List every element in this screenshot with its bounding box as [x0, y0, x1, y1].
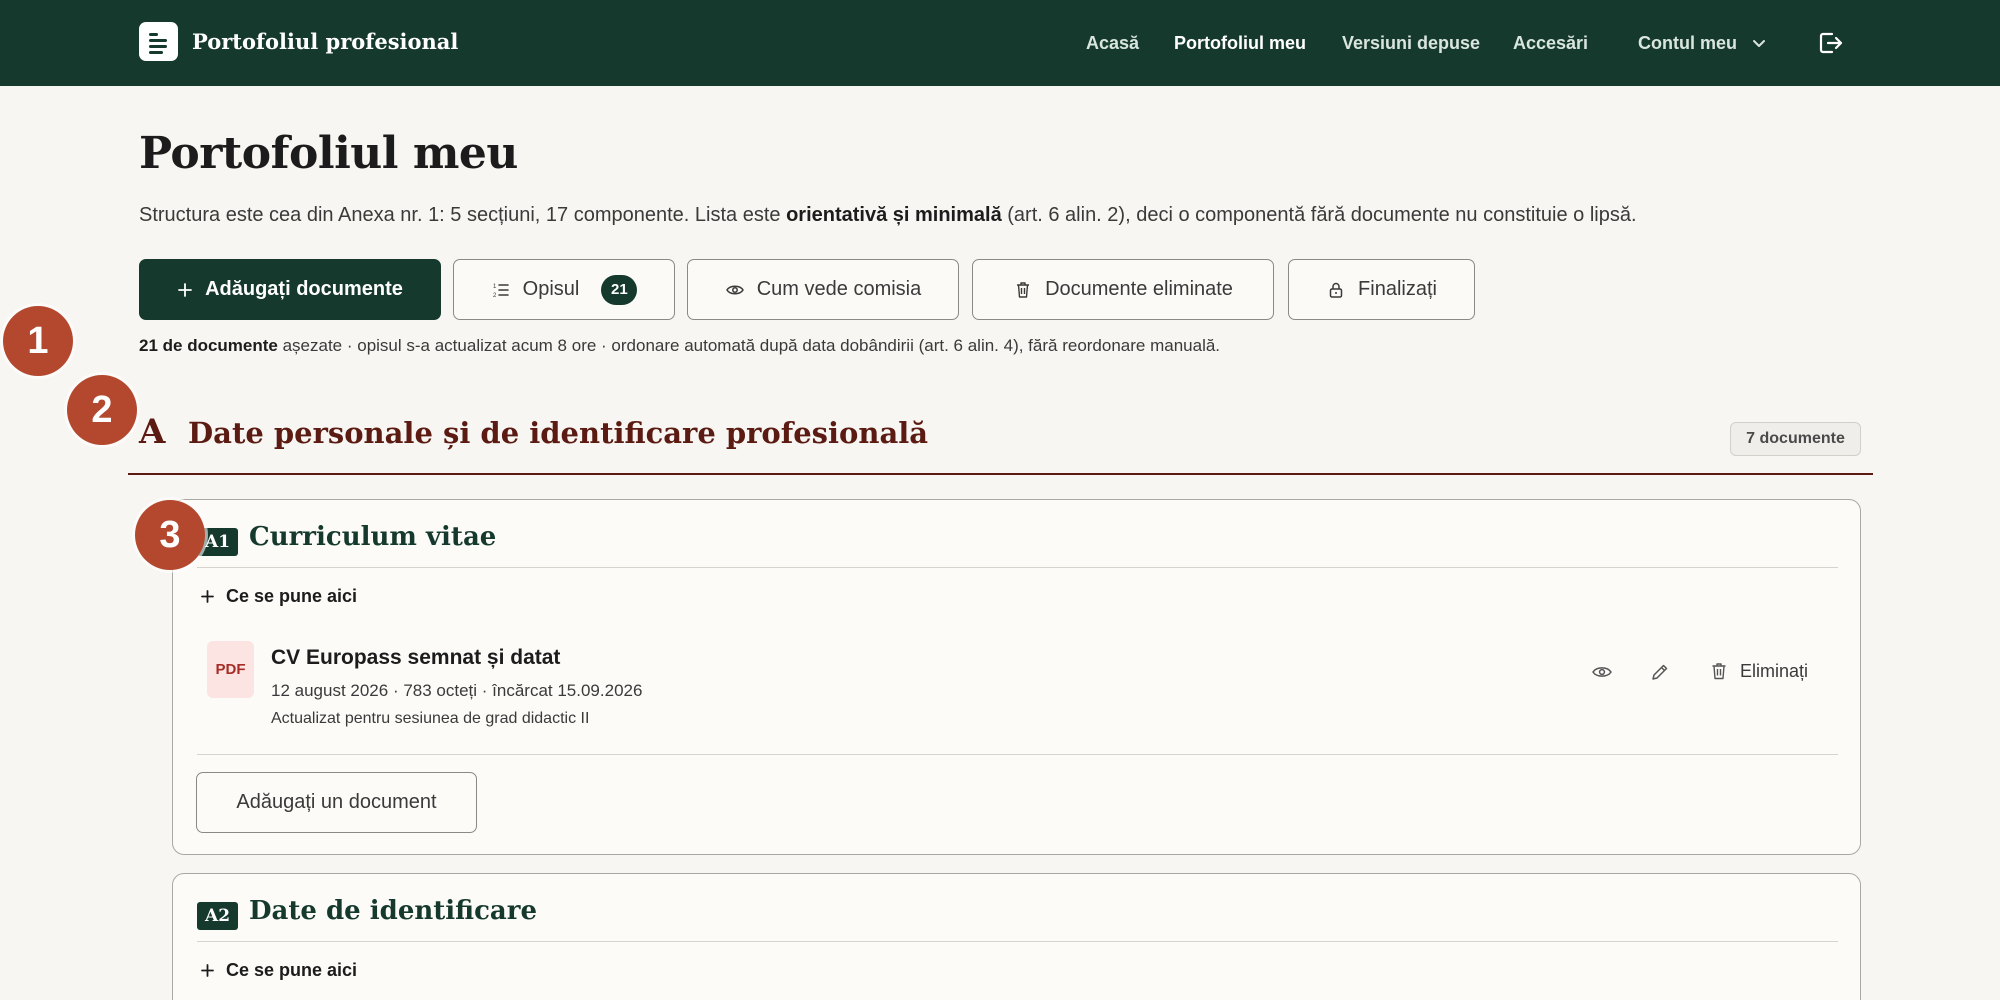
document-name[interactable]: CV Europass semnat și datat [271, 646, 560, 670]
component-divider [197, 941, 1838, 942]
plus-icon [201, 590, 214, 603]
numbered-list-icon: 1 2 [493, 284, 509, 299]
annotation-marker-2: 2 [67, 375, 137, 445]
intro-text: Structura este cea din Anexa nr. 1: 5 se… [139, 204, 787, 226]
document-lines-icon [139, 22, 178, 61]
delete-label: Eliminați [1740, 660, 1809, 681]
nav-item-accesari[interactable]: Accesări [1513, 33, 1588, 54]
svg-text:1: 1 [493, 284, 497, 290]
component-card-a2: A2 Date de identificare Ce se pune aici [172, 873, 1861, 1000]
plus-icon [178, 282, 192, 297]
nav-item-portofoliul-meu[interactable]: Portofoliul meu [1174, 33, 1306, 54]
component-card-a1: A1 Curriculum vitae Ce se pune aici PDF … [172, 499, 1861, 855]
component-title: Curriculum vitae [249, 522, 497, 552]
page-title: Portofoliul meu [139, 128, 518, 179]
document-note: Actualizat pentru sesiunea de grad didac… [271, 710, 590, 727]
svg-text:2: 2 [493, 293, 497, 299]
finalize-label: Finalizați [1358, 278, 1437, 300]
status-details: așezate · opisul s-a actualizat acum 8 o… [277, 336, 1221, 355]
pdf-file-icon: PDF [207, 641, 254, 698]
finalize-button[interactable]: Finalizați [1288, 259, 1475, 320]
trash-icon [1017, 281, 1030, 298]
removed-documents-button[interactable]: Documente eliminate [972, 259, 1274, 320]
component-divider [197, 567, 1838, 568]
what-goes-here-label: Ce se pune aici [226, 586, 358, 606]
nav-item-versiuni-depuse[interactable]: Versiuni depuse [1342, 33, 1480, 54]
view-eye-icon[interactable] [1591, 661, 1613, 683]
nav-item-acasa[interactable]: Acasă [1086, 33, 1139, 54]
add-documents-label: Adăugați documente [205, 278, 403, 300]
plus-icon [201, 964, 214, 977]
annotation-marker-3: 3 [135, 500, 205, 570]
what-goes-here-toggle[interactable]: Ce se pune aici [201, 586, 357, 607]
trash-icon [1712, 663, 1726, 680]
annotation-marker-1: 1 [3, 306, 73, 376]
what-goes-here-label: Ce se pune aici [226, 960, 358, 980]
document-divider [197, 754, 1838, 755]
commission-view-label: Cum vede comisia [756, 278, 922, 300]
opisul-button[interactable]: 1 2 Opisul 21 [453, 259, 675, 320]
commission-view-button[interactable]: Cum vede comisia [687, 259, 959, 320]
edit-pencil-icon[interactable] [1649, 661, 1671, 683]
add-documents-button[interactable]: Adăugați documente [139, 259, 441, 320]
account-menu[interactable]: Contul meu [1638, 0, 1767, 86]
add-document-button[interactable]: Adăugați un document [196, 772, 477, 833]
document-meta: 12 august 2026 · 783 octeți · încărcat 1… [271, 681, 643, 700]
brand-title: Portofoliul profesional [192, 29, 459, 54]
document-count: 21 de documente [139, 336, 278, 355]
eye-icon [725, 285, 744, 294]
opisul-label: Opisul [522, 278, 580, 300]
logout-icon[interactable] [1816, 29, 1844, 57]
lock-icon [1329, 282, 1343, 298]
account-label: Contul meu [1638, 32, 1737, 53]
opisul-count-badge: 21 [601, 274, 638, 305]
section-letter: A [139, 412, 166, 452]
top-navigation-bar: Portofoliul profesional Acasă Portofoliu… [0, 0, 2000, 86]
what-goes-here-toggle[interactable]: Ce se pune aici [201, 960, 357, 981]
section-title: Date personale și de identificare profes… [188, 416, 929, 450]
intro-text-end: (art. 6 alin. 2), deci o componentă fără… [1001, 204, 1637, 226]
intro-emphasis: orientativă și minimală [786, 204, 1002, 226]
removed-documents-label: Documente eliminate [1045, 278, 1233, 300]
section-divider [128, 473, 1873, 475]
page-intro: Structura este cea din Anexa nr. 1: 5 se… [139, 204, 1637, 227]
component-title: Date de identificare [249, 896, 537, 926]
component-code: A2 [197, 902, 239, 930]
status-line: 21 de documente așezate · opisul s-a act… [139, 336, 1220, 356]
delete-document-button[interactable]: Eliminați [1708, 660, 1808, 682]
section-document-count-badge: 7 documente [1730, 422, 1861, 456]
chevron-down-icon [1753, 40, 1765, 47]
brand[interactable]: Portofoliul profesional [139, 22, 458, 61]
